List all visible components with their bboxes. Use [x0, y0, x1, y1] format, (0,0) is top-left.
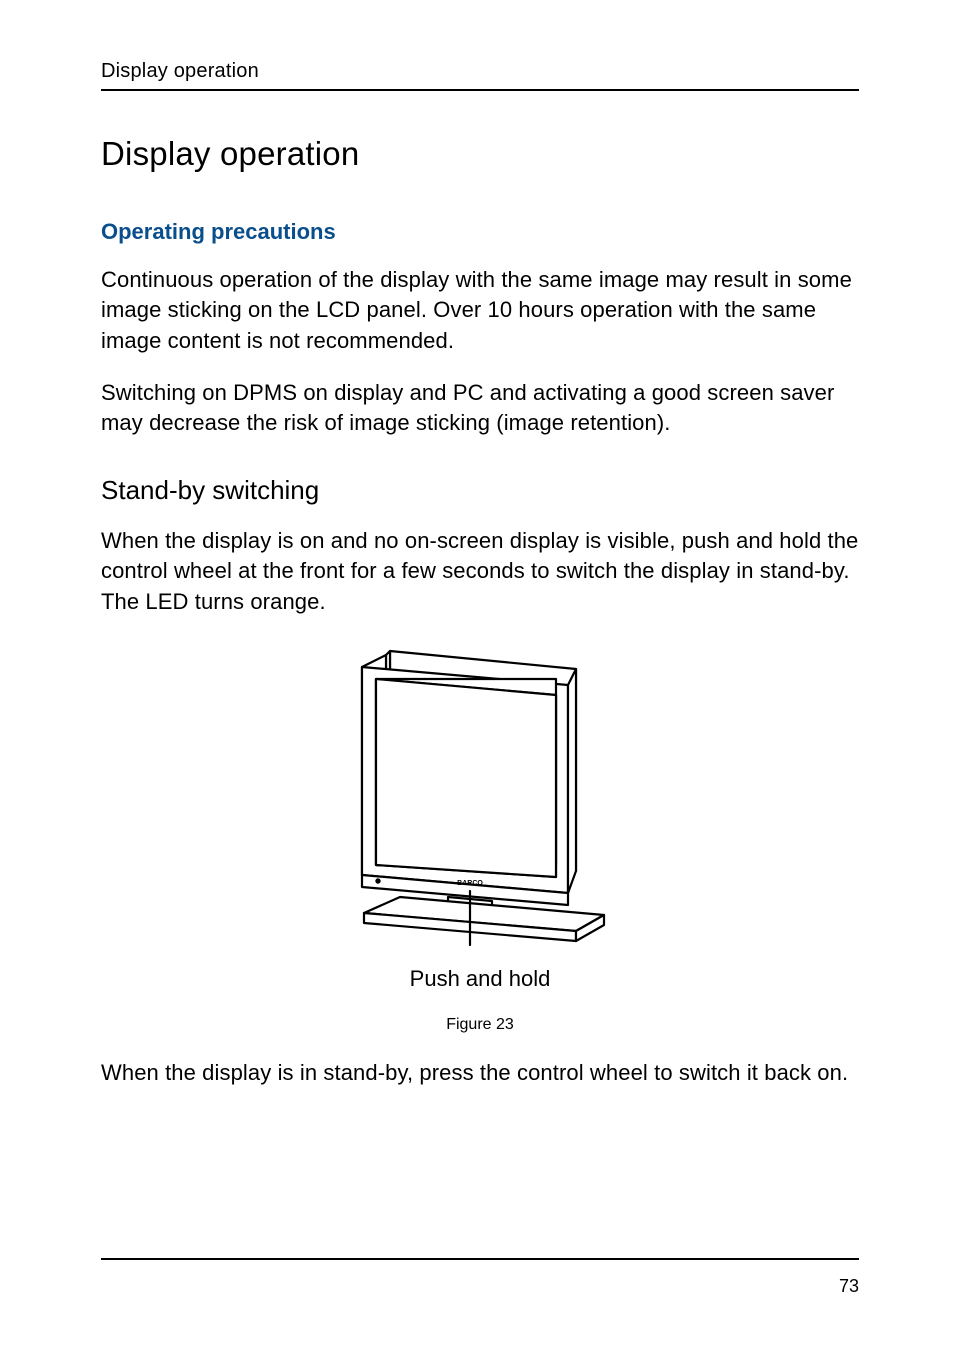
body-paragraph: Switching on DPMS on display and PC and … [101, 378, 859, 439]
body-paragraph: Continuous operation of the display with… [101, 265, 859, 356]
body-paragraph: When the display is in stand-by, press t… [101, 1058, 859, 1088]
body-paragraph: When the display is on and no on-screen … [101, 526, 859, 617]
figure-container: BARCO Push and hold [101, 645, 859, 992]
footer-rule [101, 1258, 859, 1260]
page: Display operation Display operation Oper… [0, 0, 954, 1352]
figure-caption: Figure 23 [101, 1016, 859, 1034]
monitor-illustration: BARCO [320, 645, 640, 955]
running-head: Display operation [101, 60, 859, 91]
section-heading-standby: Stand-by switching [101, 475, 859, 506]
page-number: 73 [101, 1276, 859, 1297]
page-footer: 73 [101, 1258, 859, 1297]
figure-label: Push and hold [101, 966, 859, 992]
section-heading-precautions: Operating precautions [101, 219, 859, 245]
page-title: Display operation [101, 135, 859, 173]
monitor-brand-text: BARCO [457, 880, 483, 887]
